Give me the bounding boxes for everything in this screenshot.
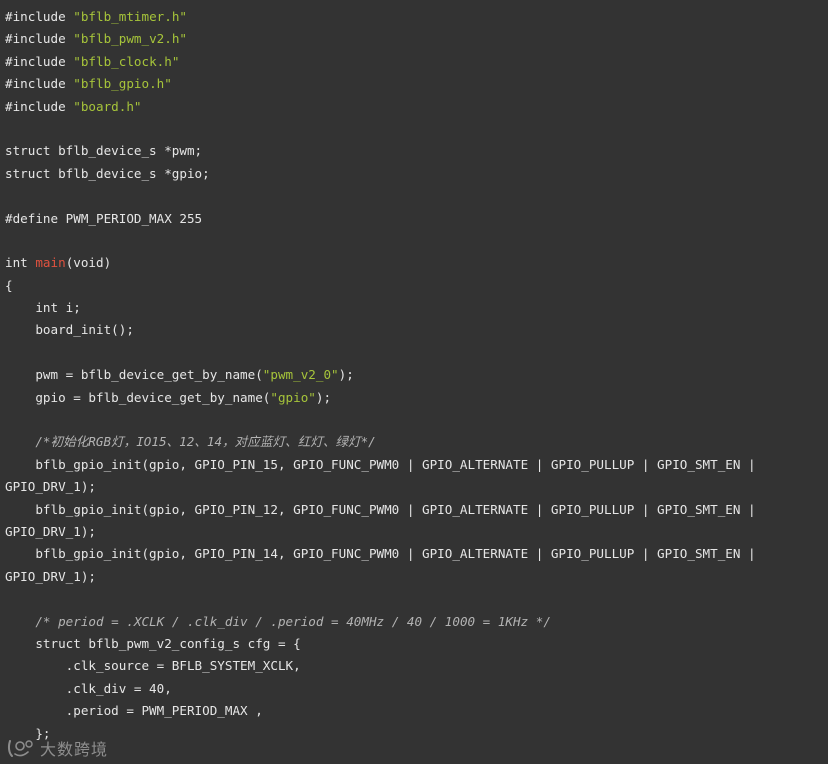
string-token: "gpio" <box>270 389 316 405</box>
code-token: #define PWM_PERIOD_MAX 255 <box>5 210 203 226</box>
string-token: "pwm_v2_0" <box>262 367 339 383</box>
string-token: "bflb_mtimer.h" <box>73 9 187 24</box>
code-line: GPIO_DRV_1); <box>5 476 828 498</box>
code-line: .period = PWM_PERIOD_MAX , <box>5 700 828 722</box>
code-token: GPIO_DRV_1); <box>5 479 96 495</box>
code-line: /*初始化RGB灯，IO15、12、14，对应蓝灯、红灯、绿灯*/ <box>5 431 828 453</box>
code-line: bflb_gpio_init(gpio, GPIO_PIN_12, GPIO_F… <box>5 499 828 521</box>
watermark-text: 大数跨境 <box>40 740 109 759</box>
code-line: #include "bflb_pwm_v2.h" <box>5 28 828 50</box>
code-line: #include "bflb_mtimer.h" <box>5 6 828 28</box>
code-line: bflb_gpio_init(gpio, GPIO_PIN_14, GPIO_F… <box>5 543 828 565</box>
code-line: .clk_div = 40, <box>5 678 828 700</box>
code-token: GPIO_DRV_1); <box>5 523 96 539</box>
code-token: gpio = bflb_device_get_by_name( <box>5 389 271 405</box>
code-line: #define PWM_PERIOD_MAX 255 <box>5 208 828 230</box>
code-line: gpio = bflb_device_get_by_name("gpio"); <box>5 387 828 409</box>
code-token: GPIO_DRV_1); <box>5 568 96 584</box>
code-line: /* period = .XCLK / .clk_div / .period =… <box>5 611 828 633</box>
code-token: #include <box>5 9 74 24</box>
code-line: #include "board.h" <box>5 96 828 118</box>
code-token: .clk_div = 40, <box>5 680 172 696</box>
code-token: board_init(); <box>5 322 134 338</box>
code-line: int i; <box>5 297 828 319</box>
code-line: GPIO_DRV_1); <box>5 521 828 543</box>
code-token: ); <box>315 389 332 405</box>
code-line: pwm = bflb_device_get_by_name("pwm_v2_0"… <box>5 364 828 386</box>
code-line: bflb_gpio_init(gpio, GPIO_PIN_15, GPIO_F… <box>5 454 828 476</box>
code-line: struct bflb_pwm_v2_config_s cfg = { <box>5 633 828 655</box>
code-token: int i; <box>5 300 81 316</box>
watermark-logo-icon <box>7 740 33 757</box>
comment-token: /* period = .XCLK / .clk_div / .period =… <box>35 613 551 629</box>
function-token: main <box>35 255 66 271</box>
comment-token: /*初始化RGB灯，IO15、12、14，对应蓝灯、红灯、绿灯*/ <box>35 434 376 450</box>
code-block: #include "bflb_mtimer.h" #include "bflb_p… <box>5 6 828 745</box>
code-token: struct bflb_device_s *pwm; <box>5 143 203 159</box>
code-token: #include <box>5 98 74 114</box>
code-line: { <box>5 275 828 297</box>
code-line: GPIO_DRV_1); <box>5 566 828 588</box>
code-line: #include "bflb_clock.h" <box>5 51 828 73</box>
code-token: #include <box>5 76 74 92</box>
code-token: ); <box>338 367 354 383</box>
code-line: .clk_source = BFLB_SYSTEM_XCLK, <box>5 655 828 677</box>
code-token: int <box>5 255 36 271</box>
code-line: }; <box>5 723 828 745</box>
watermark: 大数跨境 <box>6 736 108 760</box>
code-token: struct bflb_pwm_v2_config_s cfg = { <box>5 635 301 651</box>
code-token: bflb_gpio_init(gpio, GPIO_PIN_14, GPIO_F… <box>5 546 756 562</box>
string-token: "bflb_clock.h" <box>73 53 180 69</box>
code-token: { <box>5 277 13 293</box>
code-line: board_init(); <box>5 319 828 341</box>
code-viewer: #include "bflb_mtimer.h" #include "bflb_p… <box>0 0 828 764</box>
code-line: #include "bflb_gpio.h" <box>5 73 828 95</box>
code-token: (void) <box>65 255 112 271</box>
code-token: .clk_source = BFLB_SYSTEM_XCLK, <box>5 658 301 674</box>
code-token: #include <box>5 53 74 69</box>
code-token: struct bflb_device_s *gpio; <box>5 165 210 181</box>
code-line: struct bflb_device_s *pwm; <box>5 140 828 162</box>
code-token: bflb_gpio_init(gpio, GPIO_PIN_15, GPIO_F… <box>5 456 756 472</box>
code-token: bflb_gpio_init(gpio, GPIO_PIN_12, GPIO_F… <box>5 501 756 517</box>
code-line: struct bflb_device_s *gpio; <box>5 163 828 185</box>
code-token: pwm = bflb_device_get_by_name( <box>5 367 263 383</box>
string-token: "bflb_pwm_v2.h" <box>73 31 187 47</box>
string-token: "bflb_gpio.h" <box>73 76 172 92</box>
code-token: #include <box>5 31 74 47</box>
code-token: .period = PWM_PERIOD_MAX , <box>5 703 263 719</box>
string-token: "board.h" <box>73 98 142 114</box>
code-line: int main(void) <box>5 252 828 274</box>
